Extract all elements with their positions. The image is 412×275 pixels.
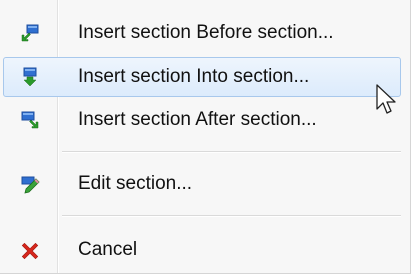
menu-separator [62, 215, 401, 217]
insert-before-icon [21, 24, 39, 42]
menu-item-cancel[interactable]: Cancel [3, 231, 401, 271]
menu-item-insert-after[interactable]: Insert section After section... [3, 101, 401, 141]
menu-item-insert-into[interactable]: Insert section Into section... [3, 57, 401, 97]
menu-item-label: Insert section Into section... [78, 66, 310, 87]
edit-pencil-icon [21, 176, 40, 194]
menu-item-label: Cancel [78, 239, 138, 260]
insert-into-icon [23, 67, 37, 87]
mouse-pointer-icon [376, 84, 396, 114]
menu-item-edit-section[interactable]: Edit section... [3, 165, 401, 205]
insert-after-icon [21, 111, 39, 129]
menu-item-insert-before[interactable]: Insert section Before section... [3, 14, 401, 54]
menu-separator [62, 151, 401, 153]
menu-item-label: Edit section... [78, 173, 193, 194]
context-menu: Insert section Before section... Insert … [0, 0, 411, 274]
cancel-x-icon [21, 242, 39, 260]
menu-item-label: Insert section Before section... [78, 22, 334, 43]
menu-item-label: Insert section After section... [78, 109, 317, 130]
